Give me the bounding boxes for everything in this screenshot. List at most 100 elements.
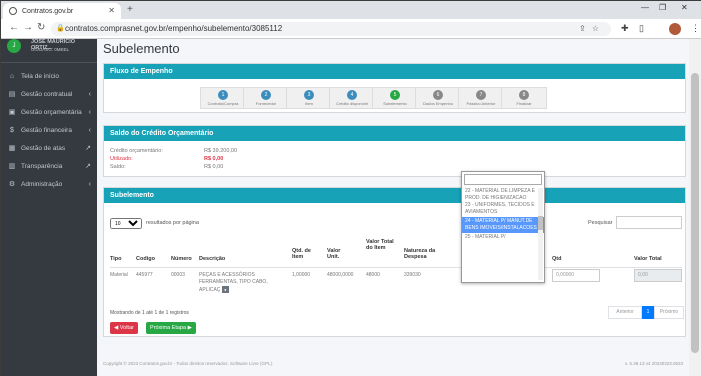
step-number: 7 xyxy=(476,90,486,100)
sidebar-item-gestao-orcamentaria[interactable]: ▣ Gestão orçamentária ‹ xyxy=(1,103,97,121)
menu-icon[interactable]: ⋮ xyxy=(691,23,700,34)
page-scrollbar[interactable] xyxy=(689,39,701,376)
sidebar-item-label: Gestão financeira xyxy=(21,126,72,134)
arrow-left-icon: ◀ xyxy=(114,325,119,331)
page-length-select[interactable]: 10 xyxy=(110,218,142,229)
col-qtd: Qtd xyxy=(552,256,562,262)
sidepanel-icon[interactable]: ▯ xyxy=(639,23,644,34)
cell-codigo: 445977 xyxy=(136,272,153,278)
fluxo-header: Fluxo de Empenho xyxy=(104,64,685,79)
saldo-card: Saldo do Crédito Orçamentário Crédito or… xyxy=(103,125,686,177)
dropdown-scroll-thumb[interactable] xyxy=(538,216,543,230)
subelemento-dropdown: 22 - MATERIAL DE LIMPEZA E PROD. DE HIGI… xyxy=(461,171,545,283)
avatar[interactable] xyxy=(669,23,681,35)
dollar-icon: $ xyxy=(10,126,14,134)
url-text: contratos.comprasnet.gov.br/empenho/sube… xyxy=(65,24,283,33)
col-codigo: Codigo xyxy=(136,256,155,262)
tab-title: Contratos.gov.br xyxy=(22,7,74,15)
sidebar-item-administracao[interactable]: ⚙ Administração ‹ xyxy=(1,175,97,193)
cell-descricao-text: PEÇAS E ACESSÓRIOS FERRAMENTAS, TIPO CAB… xyxy=(199,272,268,293)
sidebar-item-transparencia[interactable]: ▥ Transparência ↗ xyxy=(1,157,97,175)
step-label: Dados Empenho xyxy=(423,101,453,106)
sidebar-item-label: Administração xyxy=(21,180,63,188)
browser-tab[interactable]: Contratos.gov.br ✕ xyxy=(3,3,121,19)
money-icon: ▣ xyxy=(8,109,16,116)
pagination-prev[interactable]: Anterior xyxy=(608,306,642,319)
dropdown-option[interactable]: 25 - MATERIAL P/ xyxy=(462,233,544,242)
dropdown-option[interactable]: 23 - UNIFORMES, TECIDOS E AVIAMENTOS xyxy=(462,201,544,217)
search-input[interactable] xyxy=(616,216,682,229)
sidebar-item-label: Gestão contratual xyxy=(21,90,73,98)
flow-step: 2 Fornecedor xyxy=(243,87,289,109)
browser-window: Contratos.gov.br ✕ + — ❐ ✕ ← → ↻ 🔒 contr… xyxy=(0,0,701,376)
cell-qtd-item: 1,00000 xyxy=(292,272,311,278)
qtd-input[interactable]: 0,00000 xyxy=(552,269,600,282)
step-number: 3 xyxy=(304,90,314,100)
pagination-next[interactable]: Próximo xyxy=(654,306,684,319)
chevron-left-icon: ‹ xyxy=(88,180,91,188)
sidebar-item-gestao-financeira[interactable]: $ Gestão financeira ‹ xyxy=(1,121,97,139)
cell-descricao: PEÇAS E ACESSÓRIOS FERRAMENTAS, TIPO CAB… xyxy=(199,272,283,294)
home-icon: ⌂ xyxy=(9,72,15,80)
step-number: 4 xyxy=(347,90,357,100)
new-tab-icon[interactable]: + xyxy=(127,4,133,15)
sidebar-item-gestao-contratual[interactable]: ▤ Gestão contratual ‹ xyxy=(1,85,97,103)
saldo-value: R$ 39.200,00 xyxy=(204,148,238,154)
step-label: Fornecedor xyxy=(255,101,277,106)
cell-tipo: Material xyxy=(110,272,128,278)
flow-step: 3 Item xyxy=(286,87,332,109)
page-length-label: resultados por página xyxy=(146,220,199,226)
sidebar-item-gestao-atas[interactable]: ▦ Gestão de atas ↗ xyxy=(1,139,97,157)
table-divider xyxy=(110,267,682,268)
dropdown-option[interactable]: 24 - MATERIAL P/ MANUT.DE BENS IMOVEIS/I… xyxy=(462,217,544,233)
maximize-icon[interactable]: ❐ xyxy=(659,3,666,12)
col-descricao: Descrição xyxy=(199,256,226,262)
cell-natureza: 339030 xyxy=(404,272,421,278)
col-tipo: Tipo xyxy=(110,256,122,262)
cell-valor-total-item: 48000 xyxy=(366,272,380,278)
sidebar-item-label: Transparência xyxy=(21,162,63,170)
url-field[interactable]: 🔒 contratos.comprasnet.gov.br/empenho/su… xyxy=(51,22,611,36)
user-panel: J JOSE MAURICIO ORTIZ... UG/UASG: 0MEEL xyxy=(1,39,97,63)
step-label: Contrato/Compra xyxy=(207,101,239,106)
page-scroll-thumb[interactable] xyxy=(691,73,699,353)
footer-right: v. 5.39.13 v4 20230323.0633 xyxy=(625,361,683,366)
footer-left: Copyright © 2023 Contratos.gov.br - Todo… xyxy=(103,361,274,366)
col-natureza: Natureza da Despesa xyxy=(404,248,436,260)
dropdown-option[interactable]: 22 - MATERIAL DE LIMPEZA E PROD. DE HIGI… xyxy=(462,187,544,201)
col-valor-total-item: Valor Total do Item xyxy=(366,239,394,251)
search-label: Pesquisar xyxy=(588,220,613,226)
chevron-left-icon: ‹ xyxy=(88,90,91,98)
reload-icon[interactable]: ↻ xyxy=(37,22,45,33)
back-button[interactable]: ◀ Voltar xyxy=(110,322,138,334)
user-icon: J xyxy=(7,39,21,53)
dropdown-search-input[interactable] xyxy=(464,174,542,185)
back-icon[interactable]: ← xyxy=(9,22,19,33)
saldo-restante-label: Saldo: xyxy=(110,164,126,170)
main-content: Subelemento Fluxo de Empenho 1 Contrato/C… xyxy=(97,39,689,376)
sidebar-item-inicio[interactable]: ⌂ Tela de início xyxy=(1,67,97,85)
next-step-button-label: Próxima Etapa xyxy=(150,325,187,331)
book-icon: ▥ xyxy=(8,163,16,170)
forward-icon[interactable]: → xyxy=(23,22,33,33)
document-icon: ▦ xyxy=(8,145,16,152)
close-tab-icon[interactable]: ✕ xyxy=(108,6,115,15)
step-number: 6 xyxy=(433,90,443,100)
subelemento-header: Subelemento xyxy=(104,188,685,203)
step-label: Item xyxy=(305,101,313,106)
pagination-current[interactable]: 1 xyxy=(642,306,654,319)
step-label: Finalizar xyxy=(516,101,532,106)
minimize-icon[interactable]: — xyxy=(641,3,649,12)
extensions-icon[interactable]: ✚ xyxy=(621,23,629,34)
dropdown-scrollbar[interactable] xyxy=(538,188,543,280)
sidebar-item-label: Gestão orçamentária xyxy=(21,108,82,116)
next-step-button[interactable]: Próxima Etapa ▶ xyxy=(146,322,196,334)
utilizado-value: R$ 0,00 xyxy=(204,156,224,162)
globe-icon xyxy=(9,7,17,15)
lock-icon: 🔒 xyxy=(56,25,65,32)
cell-valor-unit: 48000,0000 xyxy=(327,272,354,278)
step-number: 5 xyxy=(390,90,400,100)
view-icon[interactable]: ● xyxy=(221,286,229,293)
step-label: Crédito disponível xyxy=(335,101,369,106)
close-window-icon[interactable]: ✕ xyxy=(681,3,688,12)
